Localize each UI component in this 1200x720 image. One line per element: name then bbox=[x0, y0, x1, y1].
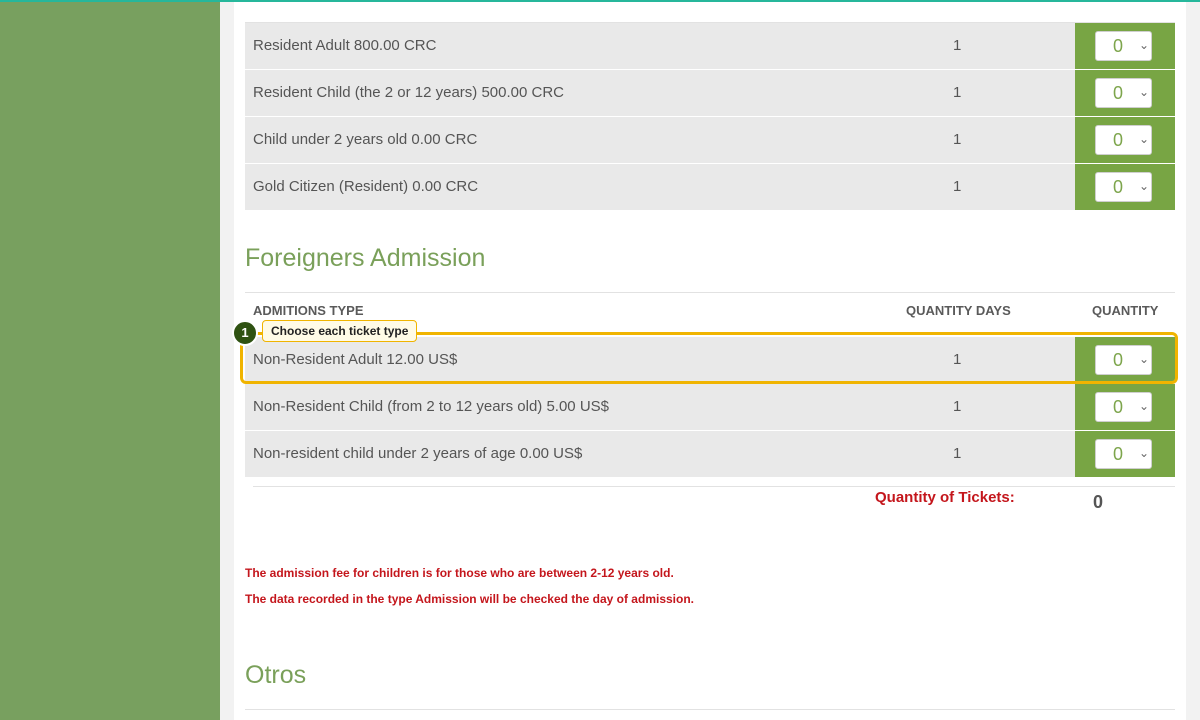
quantity-select[interactable]: 0 ⌄ bbox=[1095, 31, 1152, 61]
row-days: 1 bbox=[953, 37, 962, 54]
quantity-cell: 0 ⌄ bbox=[1075, 70, 1175, 116]
column-header-days: QUANTITY DAYS bbox=[906, 303, 1011, 318]
table-row: Resident Child (the 2 or 12 years) 500.0… bbox=[245, 70, 1175, 116]
guide-tooltip: Choose each ticket type bbox=[262, 320, 418, 342]
row-days: 1 bbox=[953, 398, 962, 415]
chevron-down-icon: ⌄ bbox=[1139, 399, 1150, 413]
table-row: Resident Adult 800.00 CRC 1 0 ⌄ bbox=[245, 23, 1175, 69]
chevron-down-icon: ⌄ bbox=[1139, 38, 1150, 52]
guide-step-badge: 1 bbox=[232, 320, 258, 346]
quantity-cell: 0 ⌄ bbox=[1075, 384, 1175, 430]
row-days: 1 bbox=[953, 84, 962, 101]
note-children-fee: The admission fee for children is for th… bbox=[245, 566, 674, 580]
quantity-select[interactable]: 0 ⌄ bbox=[1095, 439, 1152, 469]
quantity-select[interactable]: 0 ⌄ bbox=[1095, 125, 1152, 155]
quantity-cell: 0 ⌄ bbox=[1075, 23, 1175, 69]
table-row: Non-resident child under 2 years of age … bbox=[245, 431, 1175, 477]
column-header-type: ADMITIONS TYPE bbox=[253, 303, 364, 318]
column-header-quantity: QUANTITY bbox=[1092, 303, 1159, 318]
chevron-down-icon: ⌄ bbox=[1139, 179, 1150, 193]
chevron-down-icon: ⌄ bbox=[1139, 85, 1150, 99]
totals-rule bbox=[253, 486, 1175, 487]
table-row: Non-Resident Child (from 2 to 12 years o… bbox=[245, 384, 1175, 430]
row-label: Gold Citizen (Resident) 0.00 CRC bbox=[253, 178, 479, 195]
chevron-down-icon: ⌄ bbox=[1139, 446, 1150, 460]
section-rule bbox=[245, 292, 1175, 293]
section-title-otros: Otros bbox=[245, 661, 307, 689]
row-days: 1 bbox=[953, 445, 962, 462]
row-label: Resident Adult 800.00 CRC bbox=[253, 37, 437, 54]
row-label: Child under 2 years old 0.00 CRC bbox=[253, 131, 478, 148]
row-label: Non-Resident Child (from 2 to 12 years o… bbox=[253, 398, 610, 415]
row-days: 1 bbox=[953, 178, 962, 195]
quantity-cell: 0 ⌄ bbox=[1075, 164, 1175, 210]
quantity-select[interactable]: 0 ⌄ bbox=[1095, 172, 1152, 202]
section-rule bbox=[245, 709, 1175, 710]
quantity-cell: 0 ⌄ bbox=[1075, 431, 1175, 477]
left-sidebar bbox=[0, 2, 220, 720]
table-row: Child under 2 years old 0.00 CRC 1 0 ⌄ bbox=[245, 117, 1175, 163]
quantity-select[interactable]: 0 ⌄ bbox=[1095, 78, 1152, 108]
quantity-of-tickets-value: 0 bbox=[1093, 492, 1104, 512]
note-admission-check: The data recorded in the type Admission … bbox=[245, 592, 694, 606]
row-label: Non-resident child under 2 years of age … bbox=[253, 445, 583, 462]
table-row: Gold Citizen (Resident) 0.00 CRC 1 0 ⌄ bbox=[245, 164, 1175, 210]
chevron-down-icon: ⌄ bbox=[1139, 132, 1150, 146]
quantity-select[interactable]: 0 ⌄ bbox=[1095, 392, 1152, 422]
quantity-cell: 0 ⌄ bbox=[1075, 117, 1175, 163]
row-label: Resident Child (the 2 or 12 years) 500.0… bbox=[253, 84, 564, 101]
section-title-foreigners: Foreigners Admission bbox=[245, 244, 486, 272]
row-days: 1 bbox=[953, 131, 962, 148]
quantity-of-tickets-label: Quantity of Tickets: bbox=[875, 489, 1015, 506]
